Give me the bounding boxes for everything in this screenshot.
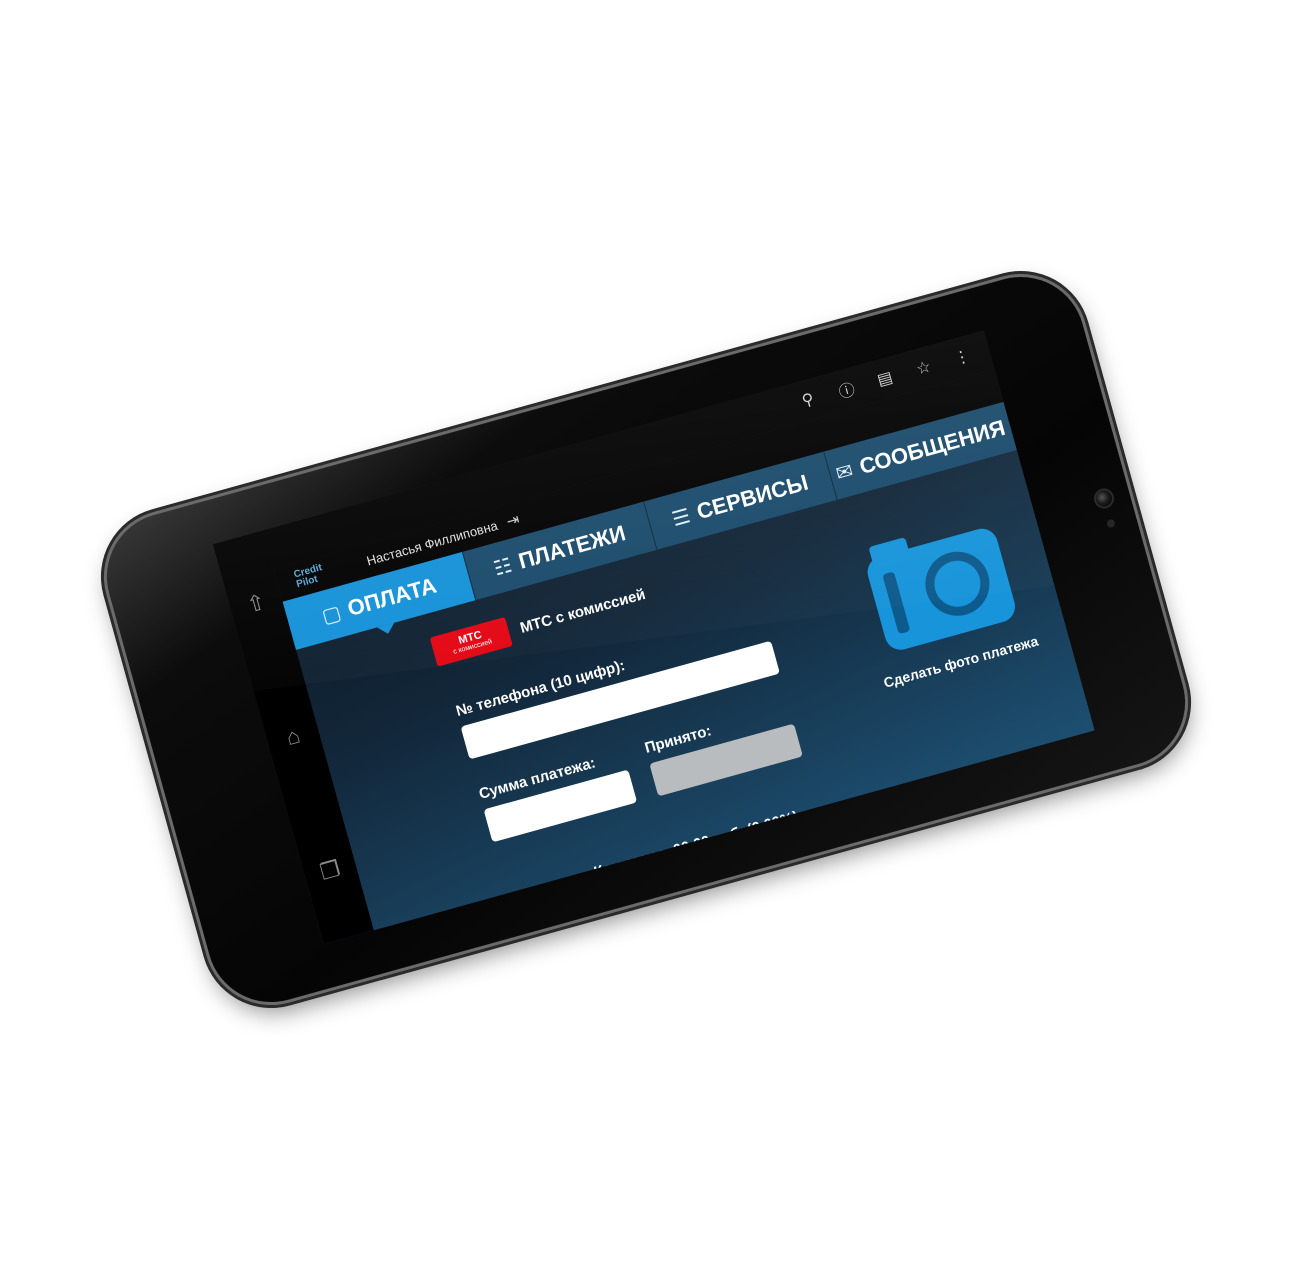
app-logo: Credit Pilot xyxy=(292,562,324,591)
envelope-icon: ✉ xyxy=(833,459,856,486)
list-icon: ☰ xyxy=(669,504,693,531)
back-icon[interactable]: ⇧ xyxy=(244,589,268,618)
tablet-device: ⇧ ⌂ ❐ ⚲ ⓘ ▤ ☆ ⋮ Credit Pilot Настасья Фи… xyxy=(92,262,1200,1017)
take-photo-button[interactable]: Сделать фото платежа xyxy=(844,506,1042,692)
clipboard-icon[interactable]: ▤ xyxy=(863,364,907,394)
logout-icon[interactable]: ⇥ xyxy=(504,510,522,531)
star-icon[interactable]: ☆ xyxy=(902,353,946,383)
hand-card-icon: ☷ xyxy=(491,554,515,581)
home-icon[interactable]: ⌂ xyxy=(283,723,302,751)
app-area: ⚲ ⓘ ▤ ☆ ⋮ Credit Pilot Настасья Филлипов… xyxy=(262,330,1095,931)
provider-name: МТС с комиссией xyxy=(518,585,648,637)
info-icon[interactable]: ⓘ xyxy=(824,372,869,406)
mts-logo: МТС с комиссией xyxy=(429,616,513,667)
camera-icon xyxy=(867,528,1015,650)
search-icon[interactable]: ⚲ xyxy=(786,385,830,415)
overflow-menu-icon[interactable]: ⋮ xyxy=(940,342,984,372)
tablet-screen: ⇧ ⌂ ❐ ⚲ ⓘ ▤ ☆ ⋮ Credit Pilot Настасья Фи… xyxy=(212,330,1095,945)
wallet-icon: ▢ xyxy=(319,601,344,628)
recent-apps-icon[interactable]: ❐ xyxy=(317,855,343,884)
